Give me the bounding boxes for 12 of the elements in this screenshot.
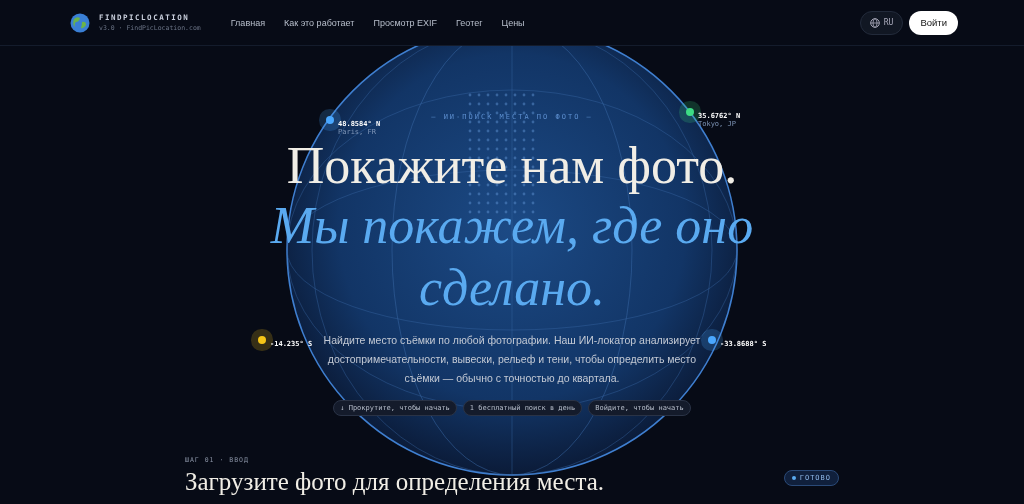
login-button[interactable]: Войти: [909, 10, 958, 35]
nav-link[interactable]: Просмотр EXIF: [373, 17, 438, 28]
nav-link[interactable]: Главная: [230, 17, 265, 28]
language-button[interactable]: RU: [859, 10, 904, 35]
globe-icon: [869, 17, 880, 28]
hero-title: Покажите нам фото.: [286, 137, 738, 195]
nav-link[interactable]: Геотег: [456, 17, 483, 28]
globe-icon[interactable]: [70, 12, 90, 33]
nav-link[interactable]: Цены: [501, 17, 525, 28]
nav-link[interactable]: Как это работает: [284, 17, 355, 28]
hero-description: Найдите место съёмки по любой фотографии. Наш ИИ-локатор анализирует достопримечательности, вывески, рельеф и тени, чтобы определить место съёмки — обычно с точностью до квартала.: [322, 333, 702, 386]
section-title: Загрузите фото для определения места.: [185, 468, 604, 496]
